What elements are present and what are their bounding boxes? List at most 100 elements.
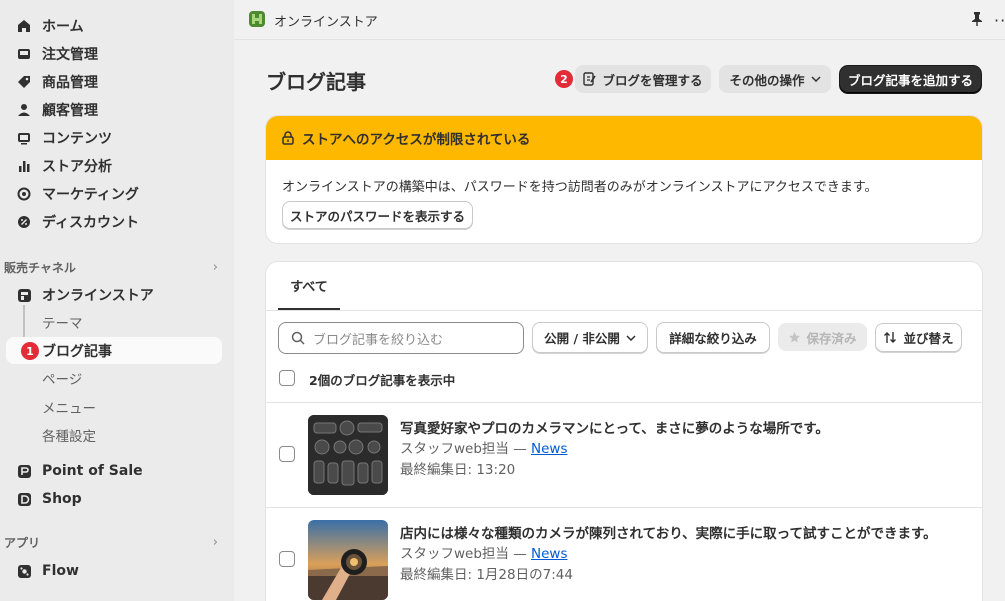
tabs-divider	[266, 310, 982, 311]
chevron-down-icon	[626, 334, 636, 341]
tab-all[interactable]: すべて	[278, 262, 340, 310]
post-title[interactable]: 店内には様々な種類のカメラが陳列されており、実際に手に取って試すことができます。	[400, 522, 937, 542]
nav-blog-posts[interactable]: 1 ブログ記事	[6, 337, 222, 364]
person-icon	[16, 102, 32, 118]
nav-home-label: ホーム	[42, 19, 84, 35]
nav-discounts[interactable]: ディスカウント	[6, 208, 222, 236]
post-last-edited: 最終編集日: 13:20	[400, 462, 516, 478]
pin-icon[interactable]	[970, 11, 984, 27]
search-placeholder: ブログ記事を絞り込む	[313, 332, 444, 348]
sales-channels-label: 販売チャネル	[4, 260, 76, 275]
store-icon	[16, 287, 32, 303]
nav-themes-label: テーマ	[42, 316, 83, 332]
select-all-checkbox[interactable]	[279, 370, 295, 386]
search-input[interactable]: ブログ記事を絞り込む	[278, 322, 524, 354]
nav-marketing[interactable]: マーケティング	[6, 180, 222, 208]
flow-icon	[16, 563, 32, 579]
post-author: スタッフweb担当 —	[400, 546, 531, 562]
nav-products[interactable]: 商品管理	[6, 68, 222, 96]
sort-button[interactable]: 並び替え	[875, 323, 962, 352]
add-blog-post-label: ブログ記事を追加する	[847, 73, 973, 88]
sidebar: ホーム 注文管理 商品管理 顧客管理 コンテンツ ストア分析 マーケティング デ…	[0, 0, 234, 601]
store-name[interactable]: オンラインストア	[274, 11, 378, 30]
post-thumbnail-lens-sunset	[308, 520, 388, 600]
discount-icon	[16, 214, 32, 230]
more-actions-label: その他の操作	[729, 72, 805, 88]
banner-text: オンラインストアの構築中は、パスワードを持つ訪問者のみがオンラインストアにアクセ…	[282, 180, 878, 195]
advanced-filter-button[interactable]: 詳細な絞り込み	[656, 322, 770, 353]
nav-home[interactable]: ホーム	[6, 12, 222, 40]
sort-label: 並び替え	[903, 331, 954, 346]
row-checkbox[interactable]	[279, 551, 295, 567]
sales-channels-header[interactable]: 販売チャネル ›	[4, 257, 218, 277]
shop-icon	[16, 491, 32, 507]
chevron-right-icon: ›	[212, 259, 218, 275]
nav-marketing-label: マーケティング	[42, 187, 139, 203]
post-count-text: 2個のブログ記事を表示中	[309, 373, 456, 388]
tab-all-label: すべて	[290, 279, 328, 295]
store-logo-icon	[248, 10, 266, 28]
post-author-line: スタッフweb担当 — News	[400, 437, 567, 457]
search-icon	[291, 331, 305, 345]
banner-title: ストアへのアクセスが制限されている	[302, 132, 531, 148]
visibility-filter-button[interactable]: 公開 / 非公開	[532, 322, 648, 353]
post-author-line: スタッフweb担当 — News	[400, 542, 567, 562]
nav-products-label: 商品管理	[42, 75, 98, 91]
add-blog-post-button[interactable]: ブログ記事を追加する	[840, 66, 981, 93]
apps-header[interactable]: アプリ ›	[4, 532, 218, 552]
nav-preferences-label: 各種設定	[42, 429, 96, 445]
post-last-edited: 最終編集日: 1月28日の7:44	[400, 567, 573, 583]
row-checkbox[interactable]	[279, 446, 295, 462]
chevron-down-icon	[810, 76, 821, 82]
tag-icon	[16, 74, 32, 90]
inbox-icon	[16, 46, 32, 62]
nav-content[interactable]: コンテンツ	[6, 124, 222, 152]
more-horizontal-icon[interactable]: ···	[994, 11, 1005, 30]
nav-themes[interactable]: テーマ	[6, 309, 222, 335]
top-bar: オンラインストア ···	[234, 0, 1005, 40]
post-thumbnail-camera-lenses	[308, 415, 388, 495]
nav-online-store[interactable]: オンラインストア	[6, 281, 222, 309]
post-blog-link[interactable]: News	[531, 546, 567, 562]
nav-shop-label: Shop	[42, 491, 82, 507]
show-store-password-button[interactable]: ストアのパスワードを表示する	[282, 201, 473, 229]
post-title[interactable]: 写真愛好家やプロのカメラマンにとって、まさに夢のような場所です。	[400, 417, 829, 437]
nav-analytics[interactable]: ストア分析	[6, 152, 222, 180]
edit-document-icon	[583, 72, 597, 86]
show-store-password-label: ストアのパスワードを表示する	[289, 208, 465, 224]
saved-views-button[interactable]: 保存済み	[778, 323, 867, 351]
banner-header: ストアへのアクセスが制限されている	[266, 116, 982, 160]
manage-blogs-button[interactable]: ブログを管理する	[575, 65, 711, 93]
home-icon	[16, 18, 32, 34]
nav-analytics-label: ストア分析	[42, 159, 112, 175]
nav-point-of-sale[interactable]: Point of Sale	[6, 457, 222, 485]
nav-orders-label: 注文管理	[42, 47, 98, 63]
image-icon	[16, 130, 32, 146]
nav-flow-label: Flow	[42, 563, 79, 579]
apps-label: アプリ	[4, 535, 41, 550]
nav-flow[interactable]: Flow	[6, 557, 222, 585]
page-title: ブログ記事	[266, 70, 366, 94]
nav-menus[interactable]: メニュー	[6, 394, 222, 420]
post-blog-link[interactable]: News	[531, 441, 567, 457]
annotation-badge-1: 1	[21, 342, 39, 360]
nav-pages[interactable]: ページ	[6, 365, 222, 391]
manage-blogs-label: ブログを管理する	[602, 72, 703, 88]
annotation-badge-2: 2	[555, 70, 573, 88]
saved-views-label: 保存済み	[806, 330, 857, 346]
blog-posts-card: すべて ブログ記事を絞り込む 公開 / 非公開 詳細な絞り込み 保存済み 並び替…	[266, 262, 982, 601]
bar-chart-icon	[16, 158, 32, 174]
sort-icon	[883, 331, 897, 344]
visibility-filter-label: 公開 / 非公開	[544, 331, 620, 346]
more-actions-button[interactable]: その他の操作	[719, 65, 831, 93]
nav-customers-label: 顧客管理	[42, 103, 98, 119]
nav-customers[interactable]: 顧客管理	[6, 96, 222, 124]
nav-orders[interactable]: 注文管理	[6, 40, 222, 68]
advanced-filter-label: 詳細な絞り込み	[669, 331, 757, 346]
nav-pages-label: ページ	[42, 372, 83, 388]
store-access-banner: ストアへのアクセスが制限されている オンラインストアの構築中は、パスワードを持つ…	[266, 116, 982, 243]
nav-preferences[interactable]: 各種設定	[6, 422, 222, 448]
nav-content-label: コンテンツ	[42, 131, 112, 147]
nav-shop[interactable]: Shop	[6, 485, 222, 513]
nav-blog-posts-label: ブログ記事	[42, 343, 112, 360]
